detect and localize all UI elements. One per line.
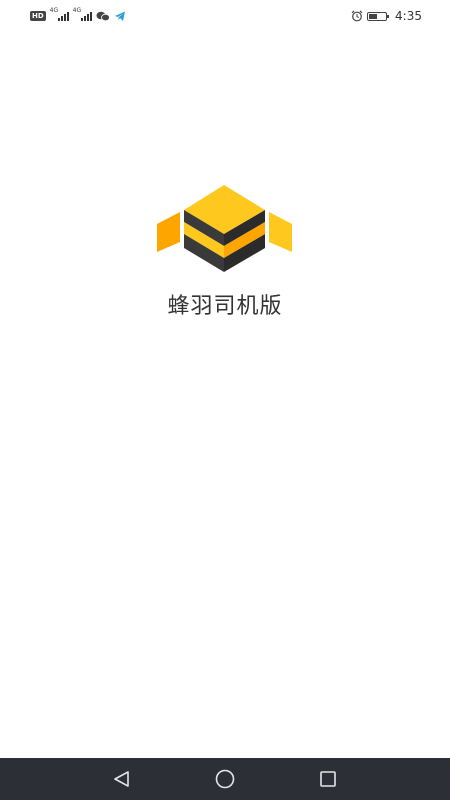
battery-icon [367, 11, 390, 21]
logo-left-wing [157, 212, 180, 252]
status-bar: HD 4G 4G 4:35 [0, 0, 450, 32]
recents-icon [320, 771, 337, 787]
home-icon [215, 769, 235, 789]
splash-screen: HD 4G 4G 4:35 蜂羽司机版 [0, 0, 450, 800]
back-icon [113, 771, 129, 787]
signal-icon: 4G [50, 7, 69, 21]
network-type-label: 4G [49, 7, 59, 14]
recents-button[interactable] [308, 759, 348, 799]
logo-right-wing [269, 212, 292, 252]
battery-level [369, 13, 378, 19]
back-button[interactable] [102, 759, 142, 799]
alarm-icon [351, 7, 363, 26]
signal-icon-2: 4G [73, 7, 92, 21]
hd-icon: HD [30, 11, 46, 21]
app-name: 蜂羽司机版 [167, 294, 283, 319]
navigation-bar [0, 758, 450, 800]
app-logo [157, 184, 292, 276]
telegram-icon [114, 7, 126, 26]
status-time: 4:35 [395, 9, 422, 23]
home-button[interactable] [205, 759, 245, 799]
app-logo-graphic [157, 185, 292, 272]
status-left: HD 4G 4G [30, 7, 126, 26]
network-type-label-2: 4G [72, 7, 82, 14]
wechat-icon [96, 7, 110, 26]
status-right: 4:35 [351, 7, 422, 26]
